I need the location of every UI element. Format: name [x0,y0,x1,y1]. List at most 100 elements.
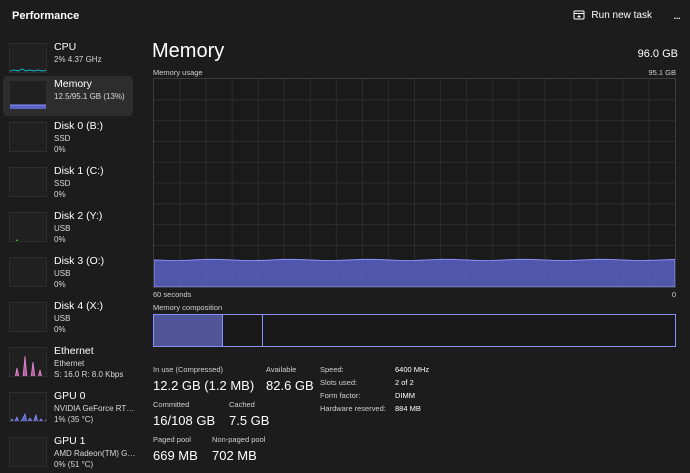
stat-paged-pool: Paged pool 669 MB [153,435,198,464]
sidebar-item-usage: S: 16.0 R: 8.0 Kbps [54,370,124,379]
cpu-thumbnail-graph [9,43,47,73]
memory-usage-graph [153,78,676,288]
memory-composition-label: Memory composition [153,303,223,312]
ethernet-mini-chart [14,355,42,376]
sidebar-item-label: CPU [54,41,77,53]
sidebar-item-label: GPU 1 [54,435,86,447]
memory-thumbnail-graph [9,80,47,110]
sidebar-item-disk-3[interactable]: Disk 3 (O:) USB 0% [3,253,133,293]
sidebar-item-detail: 2% 4.37 GHz [54,55,102,64]
sidebar-item-detail: USB [54,224,71,233]
sidebar-item-label: Disk 1 (C:) [54,165,104,177]
stat-label: In use (Compressed) [153,365,224,374]
stat-value: 669 MB [153,448,198,463]
cpu-mini-chart [10,68,46,72]
sidebar-item-label: Disk 0 (B:) [54,120,104,132]
detail-hw-reserved-label: Hardware reserved: [320,404,386,413]
disk-thumbnail-graph [9,167,47,197]
memory-usage-chart [153,79,676,288]
sidebar-item-usage: 0% [54,235,66,244]
sidebar-item-ethernet[interactable]: Ethernet Ethernet S: 16.0 R: 8.0 Kbps [3,343,133,383]
memory-mini-chart [10,104,46,109]
stat-value: 7.5 GB [229,413,270,428]
title-bar: Performance Run new task ... [0,0,690,32]
sidebar-item-label: GPU 0 [54,390,86,402]
memory-usage-label: Memory usage [153,68,203,77]
sidebar-item-detail: NVIDIA GeForce RTX ... [54,404,136,413]
detail-slots-value: 2 of 2 [395,378,414,387]
disk-thumbnail-graph [9,257,47,287]
app-title: Performance [12,10,80,22]
sidebar-item-detail: USB [54,269,71,278]
sidebar-item-usage: 1% (35 °C) [54,415,94,424]
detail-form-factor-label: Form factor: [320,391,361,400]
page-title: Memory [152,40,225,62]
sidebar-item-usage: 0% [54,325,66,334]
detail-slots-label: Slots used: [320,378,358,387]
stat-non-paged-pool: Non-paged pool 702 MB [212,435,265,464]
stat-available: Available 82.6 GB [266,365,314,394]
gpu-thumbnail-graph [9,392,47,422]
disk-thumbnail-graph [9,122,47,152]
ethernet-thumbnail-graph [9,347,47,377]
stat-label: Non-paged pool [212,435,266,444]
run-new-task-button[interactable]: Run new task [573,9,652,21]
run-task-icon [573,10,585,20]
gpu-mini-chart [10,412,46,421]
stat-value: 16/108 GB [153,413,216,428]
gpu-thumbnail-graph [9,437,47,467]
disk-mini-chart [15,238,19,241]
more-options-icon[interactable]: ... [673,8,681,22]
memory-composition-bar [153,314,676,347]
sidebar-item-disk-2[interactable]: Disk 2 (Y:) USB 0% [3,208,133,248]
stat-value: 82.6 GB [266,378,314,393]
sidebar-item-gpu-0[interactable]: GPU 0 NVIDIA GeForce RTX ... 1% (35 °C) [3,388,136,428]
sidebar-item-detail: Ethernet [54,359,85,368]
sidebar-item-label: Memory [54,78,92,90]
memory-usage-max: 95.1 GB [648,68,676,77]
composition-in-use-segment [154,315,223,346]
sidebar-item-disk-4[interactable]: Disk 4 (X:) USB 0% [3,298,133,338]
sidebar: CPU 2% 4.37 GHz Memory 12.5/95.1 GB (13%… [0,36,140,472]
time-axis-end-label: 0 [671,290,676,299]
sidebar-item-usage: 0% [54,190,66,199]
composition-modified-segment [223,315,263,346]
sidebar-item-disk-1[interactable]: Disk 1 (C:) SSD 0% [3,163,133,203]
sidebar-item-usage: 0% (51 °C) [54,460,94,469]
sidebar-item-gpu-1[interactable]: GPU 1 AMD Radeon(TM) Gra... 0% (51 °C) [3,433,136,473]
sidebar-item-label: Disk 2 (Y:) [54,210,103,222]
memory-panel: Memory 96.0 GB Memory usage 95.1 GB 60 s… [148,32,688,472]
time-axis-start-label: 60 seconds [153,290,192,299]
total-memory: 96.0 GB [637,48,678,60]
sidebar-item-usage: 0% [54,145,66,154]
stat-value: 12.2 GB (1.2 MB) [153,378,255,393]
sidebar-item-detail: SSD [54,179,71,188]
stat-value: 702 MB [212,448,257,463]
memory-usage-area [153,258,676,288]
stat-label: Paged pool [153,435,191,444]
sidebar-item-label: Disk 4 (X:) [54,300,104,312]
sidebar-item-label: Ethernet [54,345,94,357]
sidebar-item-memory[interactable]: Memory 12.5/95.1 GB (13%) [3,76,133,116]
disk-thumbnail-graph [9,302,47,332]
stat-committed: Committed 16/108 GB [153,400,215,429]
stat-label: Available [266,365,297,374]
sidebar-item-label: Disk 3 (O:) [54,255,105,267]
detail-speed-value: 6400 MHz [395,365,430,374]
sidebar-item-disk-0[interactable]: Disk 0 (B:) SSD 0% [3,118,133,158]
stat-cached: Cached 7.5 GB [229,400,269,429]
detail-speed-label: Speed: [320,365,344,374]
detail-form-factor-value: DIMM [395,391,415,400]
sidebar-item-detail: USB [54,314,71,323]
sidebar-item-detail: AMD Radeon(TM) Gra... [54,449,136,458]
stat-label: Cached [229,400,255,409]
run-new-task-label: Run new task [591,9,652,21]
detail-hw-reserved-value: 884 MB [395,404,421,413]
sidebar-item-cpu[interactable]: CPU 2% 4.37 GHz [3,39,133,79]
disk-thumbnail-graph [9,212,47,242]
stat-label: Committed [153,400,190,409]
stat-in-use: In use (Compressed) 12.2 GB (1.2 MB) [153,365,254,394]
sidebar-item-detail: SSD [54,134,71,143]
gpu-mini-chart [10,438,47,467]
sidebar-item-detail: 12.5/95.1 GB (13%) [54,92,125,101]
